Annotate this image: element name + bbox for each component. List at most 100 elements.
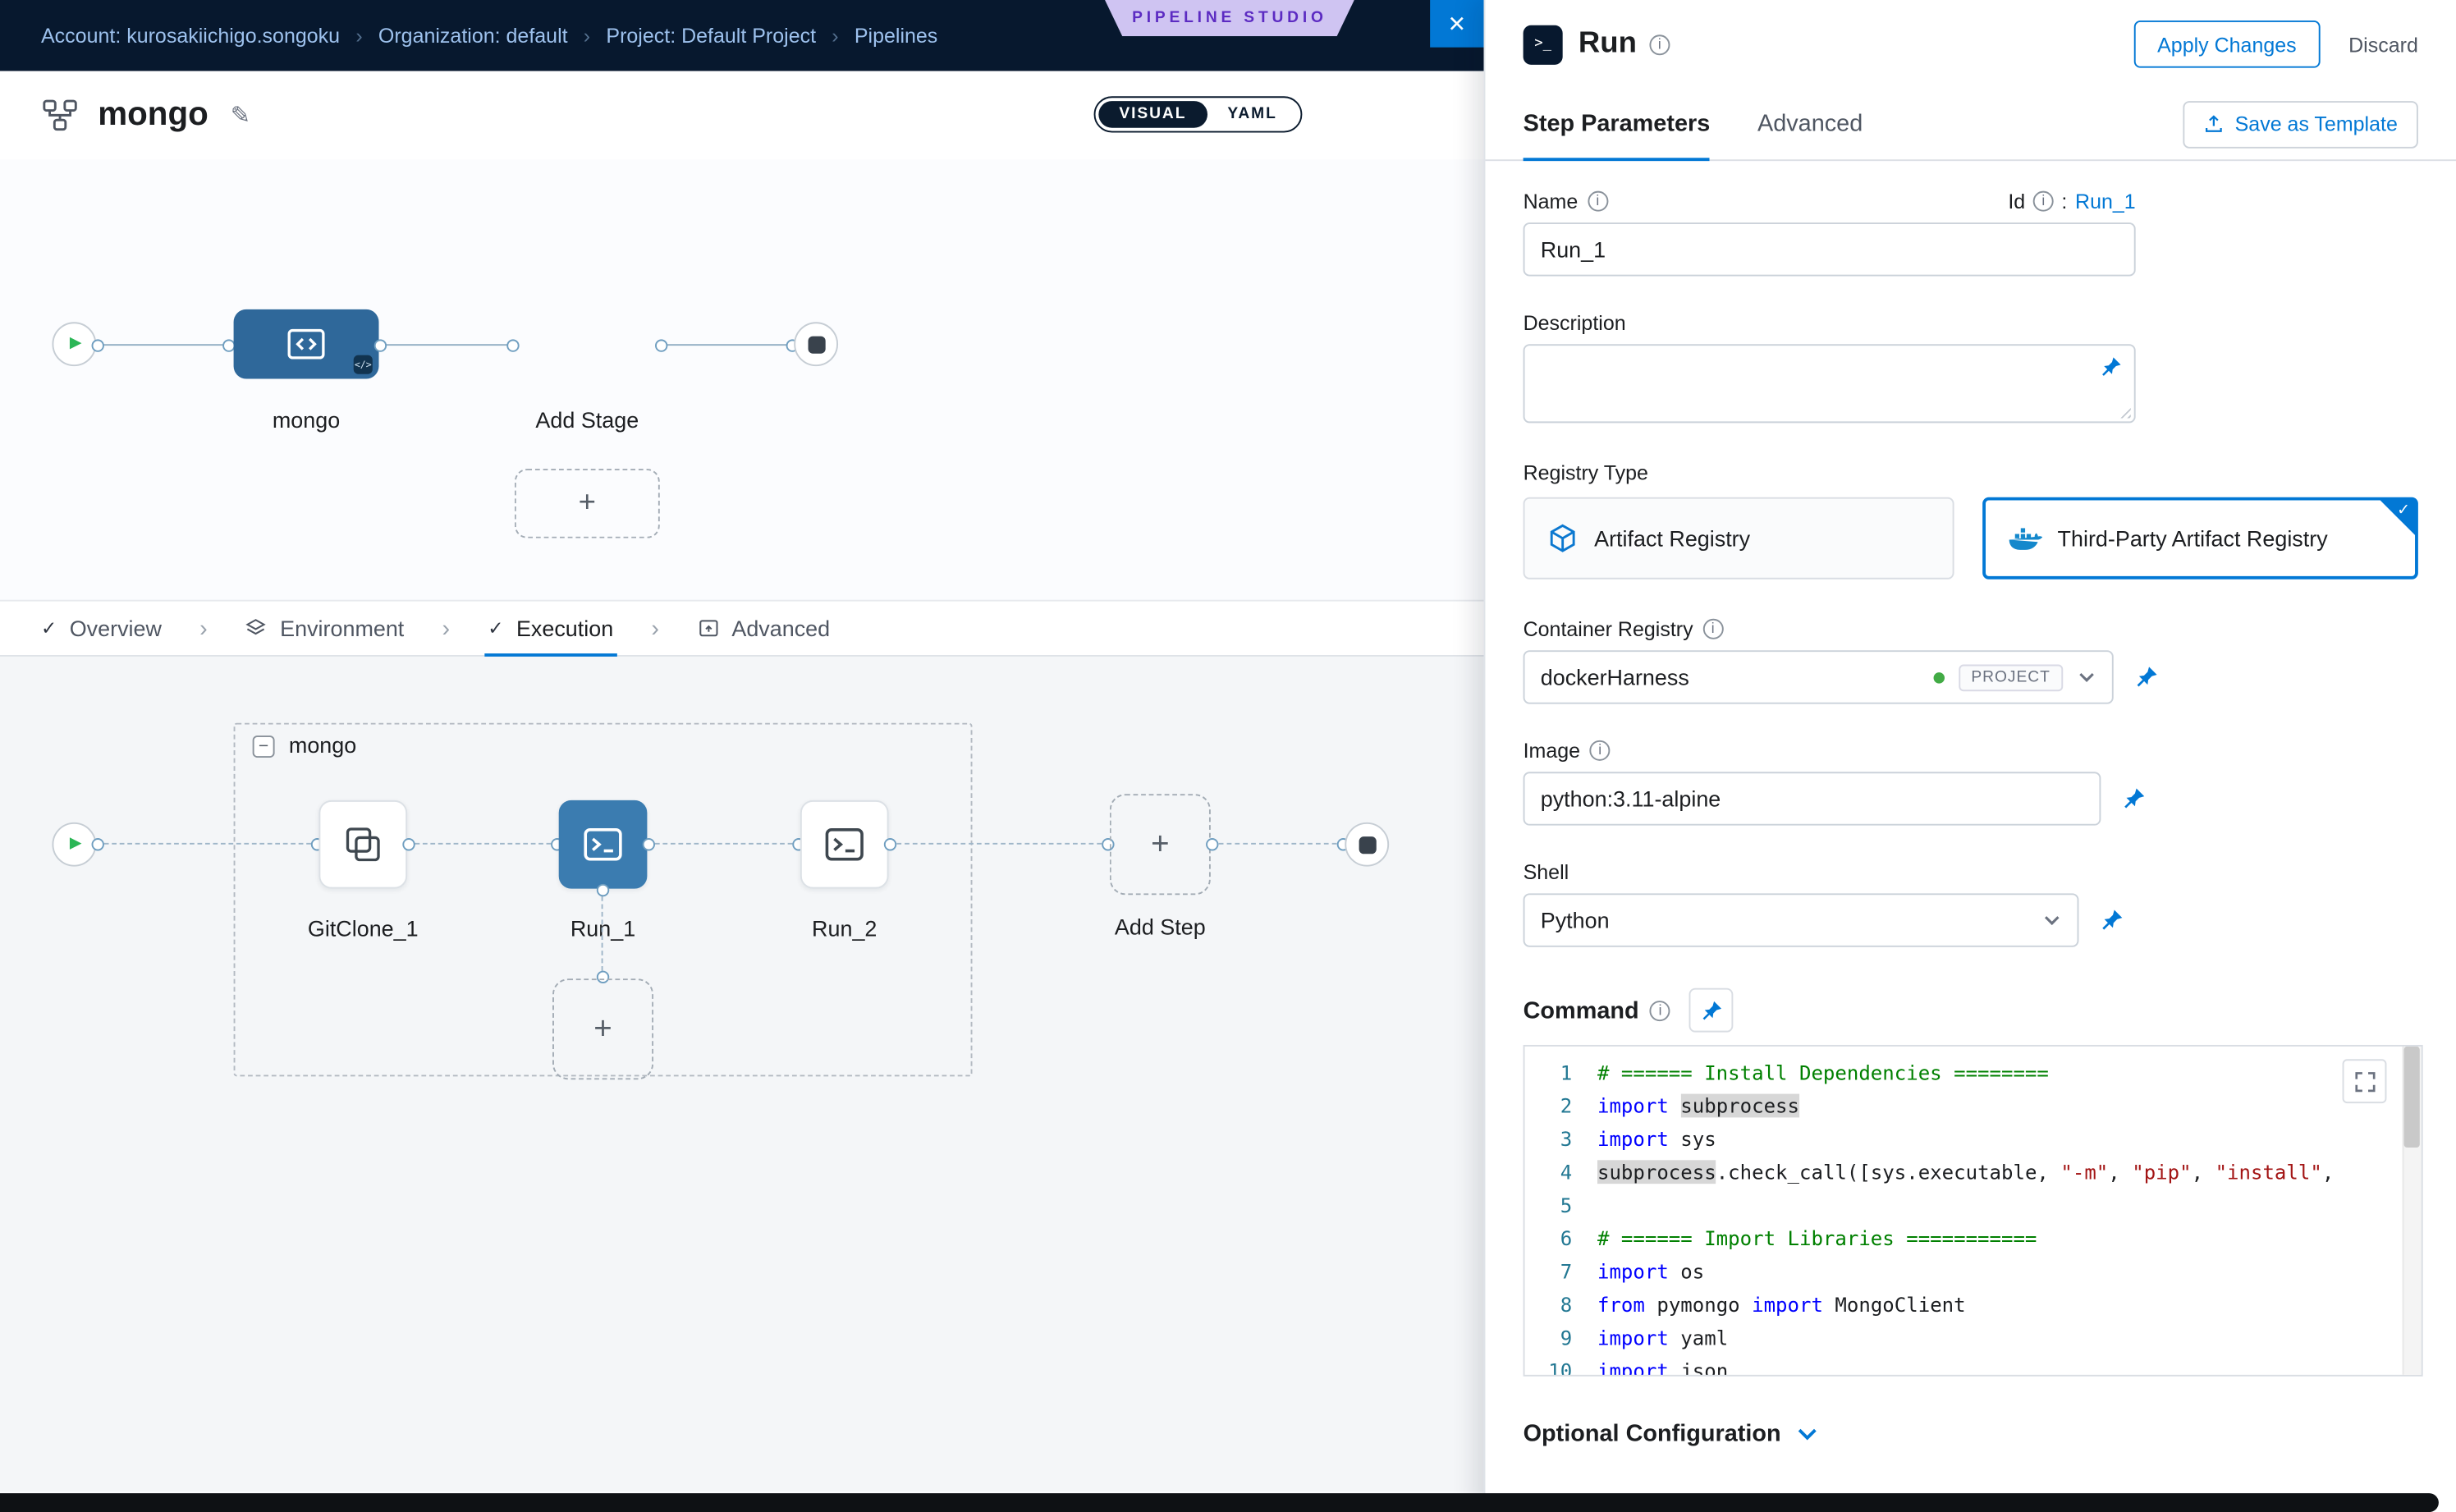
execution-edge [647, 843, 800, 845]
tab-advanced-label: Advanced [731, 616, 830, 641]
collapse-group-button[interactable]: − [253, 735, 275, 758]
info-icon[interactable]: i [1702, 619, 1723, 639]
code-line: 10import json [1525, 1354, 2422, 1377]
execution-end-node[interactable] [1345, 822, 1389, 867]
container-registry-label: Container Registry [1524, 617, 1693, 641]
tab-environment[interactable]: Environment [245, 602, 404, 655]
description-label: Description [1524, 311, 1626, 335]
minus-icon: − [259, 737, 268, 756]
expand-editor-button[interactable] [2343, 1059, 2387, 1103]
registry-option-artifact-label: Artifact Registry [1594, 525, 1750, 551]
id-value[interactable]: Run_1 [2075, 190, 2136, 213]
name-label: Name [1524, 190, 1579, 213]
edit-pencil-icon[interactable]: ✎ [231, 101, 250, 130]
docker-icon [2007, 525, 2041, 552]
shell-value: Python [1541, 908, 1610, 933]
save-as-template-button[interactable]: Save as Template [2183, 100, 2418, 148]
stop-icon [1359, 836, 1376, 853]
pin-icon[interactable] [2099, 355, 2123, 387]
chevron-down-icon [2078, 671, 2096, 683]
close-icon: ✕ [1448, 10, 1467, 37]
registry-option-third-party[interactable]: Third-Party Artifact Registry ✓ [1982, 497, 2418, 580]
pin-icon[interactable] [2121, 786, 2147, 812]
code-line: 7import os [1525, 1255, 2422, 1288]
name-input[interactable] [1524, 222, 2136, 276]
stage-edge [378, 344, 514, 346]
code-line: 5 [1525, 1189, 2422, 1221]
resize-handle[interactable] [2117, 404, 2131, 418]
play-icon: ▶ [70, 337, 82, 352]
save-as-template-label: Save as Template [2235, 112, 2398, 136]
info-icon[interactable]: i [2033, 191, 2054, 212]
registry-option-artifact[interactable]: Artifact Registry [1524, 497, 1954, 580]
info-icon[interactable]: i [1590, 740, 1611, 761]
command-code-editor[interactable]: 1# ====== Install Dependencies ========2… [1524, 1045, 2423, 1377]
tab-advanced[interactable]: Advanced [697, 602, 830, 655]
tab-environment-label: Environment [280, 616, 404, 641]
code-stage-icon [286, 327, 327, 361]
tab-overview[interactable]: ✓ Overview [41, 602, 162, 655]
execution-edge [96, 843, 318, 845]
code-line: 2import subprocess [1525, 1089, 2422, 1122]
breadcrumb-pipelines-link[interactable]: Pipelines [855, 24, 937, 48]
breadcrumb-organization-link[interactable]: Organization: default [378, 24, 568, 48]
step-node-run-1[interactable] [559, 800, 648, 889]
editor-scrollbar-thumb[interactable] [2404, 1047, 2420, 1148]
shell-select[interactable]: Python [1524, 893, 2079, 946]
editor-scrollbar-track [2403, 1047, 2422, 1375]
artifact-registry-icon [1546, 522, 1578, 553]
yaml-toggle-button[interactable]: YAML [1207, 101, 1297, 128]
apply-changes-button[interactable]: Apply Changes [2133, 21, 2320, 68]
code-line: 3import sys [1525, 1122, 2422, 1155]
check-icon: ✓ [41, 617, 57, 639]
chevron-right-icon: › [651, 615, 659, 642]
horizontal-scrollbar[interactable] [0, 1493, 2439, 1512]
step-node-gitclone-1[interactable] [318, 800, 407, 889]
execution-start-node[interactable]: ▶ [52, 822, 96, 867]
image-input[interactable] [1524, 772, 2101, 825]
pipeline-end-node[interactable] [794, 322, 838, 366]
add-step-button[interactable]: + [1110, 794, 1211, 895]
info-icon[interactable]: i [1650, 1000, 1670, 1020]
step-title: Run [1579, 27, 1637, 62]
code-line: 1# ====== Install Dependencies ======== [1525, 1056, 2422, 1088]
tab-execution[interactable]: ✓ Execution [488, 602, 613, 655]
code-line: 9import yaml [1525, 1321, 2422, 1354]
tab-step-advanced[interactable]: Advanced [1757, 89, 1863, 160]
pipeline-start-node[interactable]: ▶ [52, 322, 96, 366]
pin-icon [2099, 355, 2123, 379]
pipeline-icon [41, 96, 79, 134]
pin-icon[interactable] [2134, 665, 2160, 690]
pin-button[interactable] [1689, 988, 1734, 1033]
add-parallel-step-button[interactable]: + [552, 978, 653, 1079]
info-icon[interactable]: i [1649, 34, 1670, 54]
command-editor-lines: 1# ====== Install Dependencies ========2… [1525, 1047, 2422, 1377]
step-config-panel: >_ Run i Apply Changes Discard Step Para… [1484, 0, 2456, 1512]
tab-step-parameters[interactable]: Step Parameters [1524, 89, 1711, 160]
breadcrumb-account-link[interactable]: Account: kurosakiichigo.songoku [41, 24, 340, 48]
step-label-run-2: Run_2 [763, 915, 927, 941]
visual-toggle-button[interactable]: VISUAL [1098, 101, 1207, 128]
add-step-label: Add Step [1078, 914, 1242, 939]
id-label: Id [2008, 190, 2025, 213]
container-registry-select[interactable]: dockerHarness PROJECT [1524, 650, 2114, 703]
add-stage-button[interactable]: + [515, 469, 660, 538]
id-separator: : [2061, 190, 2067, 213]
pin-icon[interactable] [2099, 908, 2124, 933]
step-label-gitclone-1: GitClone_1 [281, 915, 445, 941]
environment-icon [245, 617, 268, 639]
breadcrumb-separator-icon: › [355, 24, 362, 48]
group-label: mongo [289, 732, 356, 758]
close-button[interactable]: ✕ [1430, 0, 1483, 48]
discard-button[interactable]: Discard [2348, 32, 2418, 56]
step-node-run-2[interactable] [800, 800, 889, 889]
stage-node-mongo[interactable]: </> [234, 309, 379, 379]
info-icon[interactable]: i [1588, 191, 1608, 212]
optional-configuration-label: Optional Configuration [1524, 1421, 1781, 1448]
image-label: Image [1524, 739, 1580, 763]
breadcrumb-project-link[interactable]: Project: Default Project [606, 24, 816, 48]
pin-icon [1700, 998, 1724, 1022]
optional-configuration-toggle[interactable]: Optional Configuration [1524, 1421, 2418, 1448]
description-textarea[interactable] [1524, 344, 2136, 423]
execution-graph-canvas: − mongo ▶ GitClone_1 Run_1 [0, 657, 1484, 1491]
